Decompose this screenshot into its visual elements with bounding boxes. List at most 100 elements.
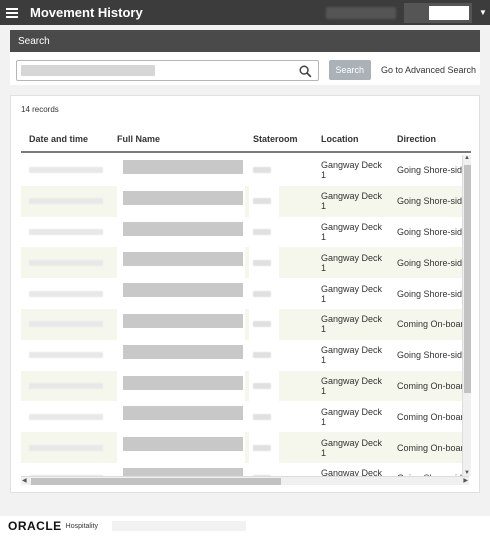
scroll-up-arrow[interactable]: ▲ [464, 155, 470, 161]
redacted-date [29, 413, 103, 420]
search-button[interactable]: Search [328, 60, 371, 80]
app-window: Movement History ▼ Search Search Go to A… [0, 0, 490, 536]
hospitality-label: Hospitality [65, 522, 98, 530]
redacted-name [123, 252, 243, 267]
advanced-search-link[interactable]: Go to Advanced Search [381, 65, 476, 75]
horizontal-scrollbar[interactable]: ◀ ▶ [21, 476, 469, 485]
table-row[interactable]: Gangway Deck 1 Going Shore-side [21, 185, 469, 217]
direction-cell: Going Shore-side [389, 463, 465, 476]
stateroom-cell [249, 339, 315, 371]
results-panel: 14 records Date and time Full Name State… [10, 95, 480, 493]
scroll-right-arrow[interactable]: ▶ [463, 477, 468, 484]
date-cell [21, 155, 117, 186]
redacted-date [29, 352, 103, 359]
redacted-user-info [326, 6, 396, 19]
table-row[interactable]: Gangway Deck 1 Coming On-board [21, 432, 469, 463]
user-menu[interactable] [404, 2, 472, 23]
redacted-name [123, 437, 243, 452]
table-row[interactable]: Gangway Deck 1 Coming On-board [21, 370, 469, 402]
redacted-date [29, 259, 103, 266]
redacted-stateroom [253, 198, 271, 205]
stateroom-cell [249, 185, 315, 217]
table-row[interactable]: Gangway Deck 1 Going Shore-side [21, 462, 469, 476]
stateroom-cell [249, 432, 315, 463]
location-cell: Gangway Deck 1 [321, 160, 383, 181]
table-row[interactable]: Gangway Deck 1 Going Shore-side [21, 155, 469, 186]
redacted-name [123, 190, 243, 205]
redacted-name [123, 375, 243, 390]
location-cell: Gangway Deck 1 [321, 406, 383, 427]
date-cell [21, 217, 117, 248]
location-cell: Gangway Deck 1 [321, 191, 383, 212]
search-panel: Search Search Go to Advanced Search [10, 30, 480, 85]
redacted-date [29, 290, 103, 297]
date-cell [21, 463, 117, 476]
vertical-scrollbar[interactable]: ▲ ▼ [462, 155, 471, 476]
name-cell [117, 339, 249, 371]
direction-cell: Going Shore-side [397, 165, 465, 176]
table-row[interactable]: Gangway Deck 1 Going Shore-side [21, 247, 469, 279]
date-cell [21, 371, 117, 402]
name-cell [117, 155, 249, 186]
page-title: Movement History [30, 5, 143, 20]
redacted-name [123, 221, 243, 236]
date-cell [21, 309, 117, 340]
name-cell [117, 308, 249, 340]
footer: ORACLE Hospitality [0, 516, 490, 536]
stateroom-cell [249, 216, 315, 248]
redacted-name [123, 313, 243, 328]
redacted-stateroom [253, 167, 271, 174]
stateroom-cell [249, 370, 315, 402]
location-cell: Gangway Deck 1 [321, 345, 383, 366]
date-cell [21, 340, 117, 371]
table-row[interactable]: Gangway Deck 1 Going Shore-side [21, 339, 469, 371]
stateroom-cell [249, 278, 315, 309]
date-cell [21, 186, 117, 217]
redacted-user-name [429, 5, 469, 20]
column-header-name[interactable]: Full Name [117, 134, 160, 144]
direction-cell: Coming On-board [397, 380, 465, 391]
redacted-name [123, 344, 243, 359]
vertical-scroll-thumb[interactable] [464, 165, 471, 393]
column-header-direction[interactable]: Direction [389, 126, 465, 151]
table-row[interactable]: Gangway Deck 1 Going Shore-side [21, 278, 469, 309]
date-cell [21, 278, 117, 309]
redacted-name [123, 160, 243, 174]
hamburger-icon[interactable] [0, 0, 24, 25]
redacted-date [29, 321, 103, 328]
column-header-stateroom[interactable]: Stateroom [249, 126, 315, 151]
table-row[interactable]: Gangway Deck 1 Coming On-board [21, 308, 469, 340]
location-cell: Gangway Deck 1 [321, 375, 383, 396]
column-header-location[interactable]: Location [315, 126, 389, 151]
redacted-stateroom [253, 413, 271, 420]
name-cell [117, 216, 249, 248]
direction-cell: Coming On-board [397, 442, 465, 453]
location-cell: Gangway Deck 1 [321, 437, 383, 458]
date-cell [21, 432, 117, 463]
location-cell: Gangway Deck 1 [321, 252, 383, 273]
horizontal-scroll-thumb[interactable] [31, 478, 281, 485]
search-icon[interactable] [299, 64, 312, 78]
location-cell: Gangway Deck 1 [321, 314, 383, 335]
name-cell [117, 278, 249, 309]
scroll-left-arrow[interactable]: ◀ [22, 477, 27, 484]
name-cell [117, 401, 249, 433]
redacted-footer-info [111, 521, 246, 531]
redacted-stateroom [253, 228, 271, 235]
direction-cell: Going Shore-side [397, 257, 465, 268]
redacted-stateroom [253, 444, 271, 451]
date-cell [21, 401, 117, 432]
search-field[interactable] [16, 59, 319, 81]
table-row[interactable]: Gangway Deck 1 Coming On-board [21, 401, 469, 433]
search-row: Search Go to Advanced Search [16, 59, 476, 81]
top-bar: Movement History ▼ [0, 0, 490, 25]
column-header-date[interactable]: Date and time [21, 126, 117, 151]
direction-cell: Coming On-board [397, 319, 465, 330]
table-header: Date and time Full Name Stateroom Locati… [21, 126, 471, 153]
direction-cell: Going Shore-side [397, 196, 465, 207]
direction-cell: Going Shore-side [397, 288, 465, 299]
direction-cell: Going Shore-side [397, 350, 465, 361]
redacted-stateroom [253, 321, 271, 328]
table-row[interactable]: Gangway Deck 1 Going Shore-side [21, 216, 469, 248]
caret-down-icon[interactable]: ▼ [476, 0, 490, 25]
